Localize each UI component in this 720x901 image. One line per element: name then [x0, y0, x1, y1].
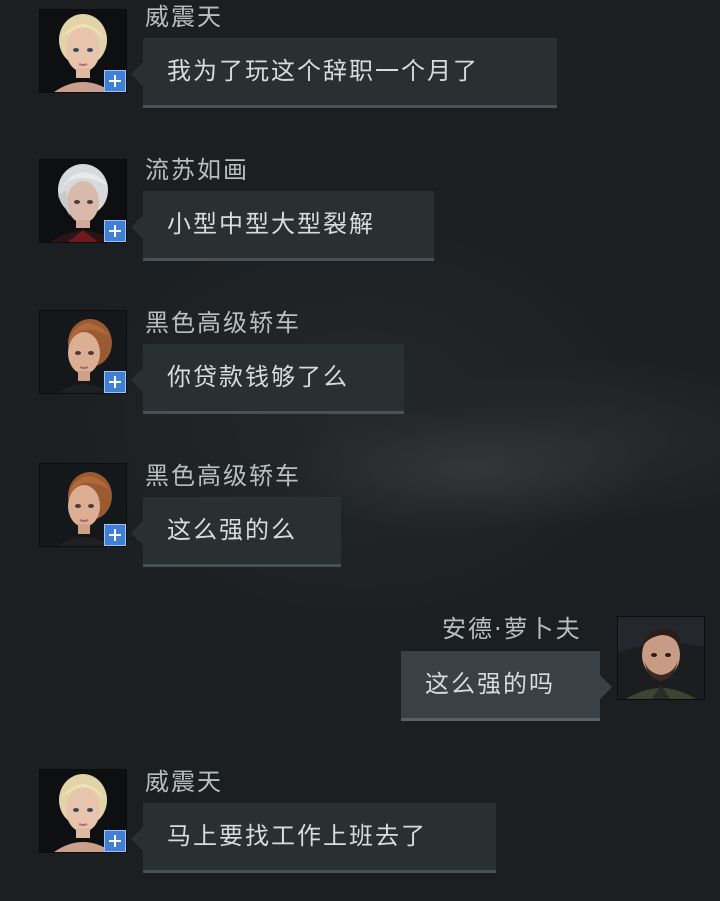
- message-bubble: 马上要找工作上班去了: [131, 803, 496, 873]
- avatar[interactable]: [40, 464, 126, 546]
- sender-name: 威震天: [145, 768, 223, 796]
- avatar[interactable]: [40, 770, 126, 852]
- avatar[interactable]: [40, 160, 126, 242]
- avatar[interactable]: [618, 617, 704, 699]
- message-bubble: 你贷款钱够了么: [131, 344, 404, 414]
- avatar[interactable]: [40, 10, 126, 92]
- bearded-male-portrait-icon: [618, 617, 704, 699]
- chat-log[interactable]: 威震天 我为了玩这个辞职一个月了 流苏如画 小型中型大型裂解 黑色高级轿车 你贷…: [0, 0, 720, 901]
- plus-icon[interactable]: [104, 220, 126, 242]
- sender-name: 黑色高级轿车: [145, 309, 301, 337]
- plus-icon[interactable]: [104, 830, 126, 852]
- avatar[interactable]: [40, 311, 126, 393]
- plus-icon[interactable]: [104, 70, 126, 92]
- message-bubble: 我为了玩这个辞职一个月了: [131, 38, 557, 108]
- plus-icon[interactable]: [104, 371, 126, 393]
- message-bubble: 这么强的吗: [401, 651, 612, 721]
- sender-name: 安德·萝卜夫: [442, 615, 582, 643]
- sender-name: 威震天: [145, 3, 223, 31]
- sender-name: 流苏如画: [145, 156, 249, 184]
- message-bubble: 这么强的么: [131, 497, 341, 567]
- sender-name: 黑色高级轿车: [145, 462, 301, 490]
- message-bubble: 小型中型大型裂解: [131, 191, 434, 261]
- plus-icon[interactable]: [104, 524, 126, 546]
